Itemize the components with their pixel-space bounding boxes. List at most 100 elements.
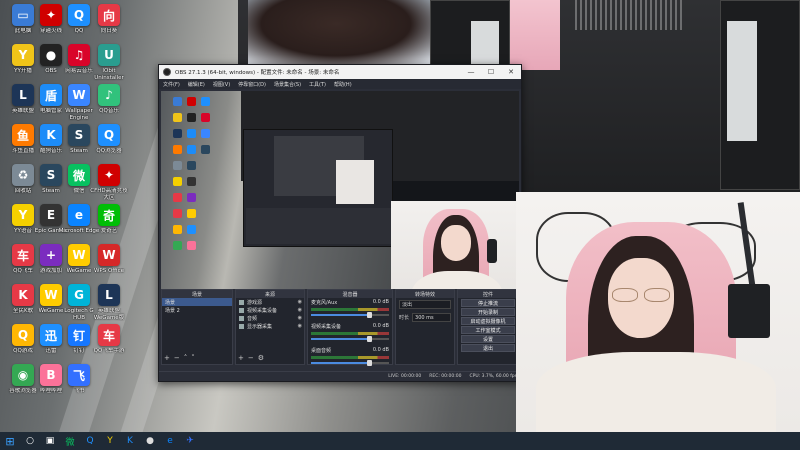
desktop-icon[interactable]: 飞飞书 <box>58 364 100 395</box>
app-icon: ♫ <box>68 44 90 66</box>
preview-icon <box>173 177 182 186</box>
taskbar-qq-icon[interactable]: Q <box>84 435 96 447</box>
monitor-icon <box>239 323 244 329</box>
app-icon: Q <box>68 4 90 26</box>
preview-icon <box>201 97 210 106</box>
source-item[interactable]: 游戏源 ◉ <box>236 298 304 306</box>
slider-handle[interactable] <box>367 312 372 318</box>
virtual-camera-button[interactable]: 启动虚拟摄像机 <box>461 317 515 325</box>
scene-item[interactable]: 场景 <box>162 298 232 306</box>
slider-handle[interactable] <box>367 336 372 342</box>
desktop-icon[interactable]: 奇爱奇艺 <box>88 204 130 235</box>
channel-db: 0.0 dB <box>372 347 389 353</box>
mixer-channel: 麦克风/Aux 0.0 dB <box>308 298 392 322</box>
obs-titlebar[interactable]: OBS 27.1.3 (64-bit, windows) - 配置文件: 未命名… <box>159 65 521 79</box>
eye-icon[interactable]: ◉ <box>298 299 302 305</box>
taskbar-search-icon[interactable]: ○ <box>24 435 36 447</box>
remove-scene-icon[interactable]: − <box>174 354 180 362</box>
obs-logo-icon <box>163 68 171 76</box>
preview-icon <box>173 97 182 106</box>
preview-icon <box>187 193 196 202</box>
maximize-icon[interactable]: ☐ <box>481 68 501 76</box>
desktop-icon-label: IObit Uninstaller <box>94 68 124 81</box>
preview-icon <box>187 177 196 186</box>
desktop-icon[interactable]: ♪ QQ音乐 <box>88 84 130 115</box>
preview-icon <box>201 113 210 122</box>
desktop-icon-label: QQ音乐 <box>99 108 119 114</box>
slider-fill <box>311 362 369 364</box>
desktop-icon[interactable]: L 英雄联盟WeGame版 <box>88 284 130 321</box>
close-icon[interactable]: ✕ <box>501 68 521 76</box>
desktop-icon[interactable]: 向向日葵 <box>88 4 130 35</box>
slider-handle[interactable] <box>367 360 372 366</box>
eye-icon[interactable]: ◉ <box>298 307 302 313</box>
audio-mixer-dock: 混音器 麦克风/Aux 0.0 dB 视频采集设备 0.0 dB 桌面音频 0.0 dB <box>307 289 393 366</box>
desktop-icon-grid: ▭ 此电脑 Y YY开播 L 英雄联盟鱼斗鱼直播 ♻ 回收站 Y YY语音车 QQ飞车 K 全民K歌 Q Q… <box>0 0 130 430</box>
camera-icon <box>239 307 244 313</box>
taskbar-feishu-icon[interactable]: ✈ <box>184 435 196 447</box>
taskbar-task-view-icon[interactable]: ▣ <box>44 435 56 447</box>
rec-status: REC: 00:00:00 <box>429 374 462 379</box>
obs-window[interactable]: OBS 27.1.3 (64-bit, windows) - 配置文件: 未命名… <box>158 64 522 382</box>
settings-button[interactable]: 设置 <box>461 335 515 343</box>
duration-input[interactable]: 300 ms <box>412 313 451 322</box>
studio-mode-button[interactable]: 工作室模式 <box>461 326 515 334</box>
move-down-icon[interactable]: ˅ <box>191 354 195 362</box>
channel-name: 视频采集设备 <box>311 324 342 330</box>
preview-icon <box>187 113 196 122</box>
source-item[interactable]: 视频采集设备 ◉ <box>236 306 304 314</box>
live-status: LIVE: 00:00:00 <box>388 374 422 379</box>
start-recording-button[interactable]: 开始录制 <box>461 308 515 316</box>
preview-icon <box>173 225 182 234</box>
desktop-icon[interactable]: Q QQ浏览器 <box>88 124 130 155</box>
taskbar: ⊞ ○ ▣ 微 Q Y K ● e ✈ <box>0 432 800 450</box>
desktop-icon-label: 英雄联盟WeGame版 <box>93 308 125 321</box>
desktop-icon-label: CFHD高清竞技大区 <box>90 188 128 201</box>
taskbar-yy-icon[interactable]: Y <box>104 435 116 447</box>
stop-streaming-button[interactable]: 停止推流 <box>461 299 515 307</box>
source-settings-icon[interactable]: ⚙ <box>258 354 264 362</box>
eye-icon[interactable]: ◉ <box>298 323 302 329</box>
volume-slider[interactable] <box>311 336 389 342</box>
channel-name: 麦克风/Aux <box>311 300 338 306</box>
minimize-icon[interactable]: — <box>461 68 481 76</box>
transition-select[interactable]: 淡出 <box>399 300 451 309</box>
add-source-icon[interactable]: + <box>238 354 244 362</box>
microphone <box>728 284 770 338</box>
menu-help[interactable]: 帮助(H) <box>334 81 352 88</box>
preview-icon <box>187 129 196 138</box>
preview-icon <box>187 241 196 250</box>
channel-db: 0.0 dB <box>372 299 389 305</box>
add-scene-icon[interactable]: + <box>164 354 170 362</box>
menu-tools[interactable]: 工具(T) <box>309 81 326 88</box>
volume-slider[interactable] <box>311 312 389 318</box>
app-icon: W <box>98 244 120 266</box>
menu-file[interactable]: 文件(F) <box>163 81 180 88</box>
source-item[interactable]: 音频 ◉ <box>236 314 304 322</box>
taskbar-edge-icon[interactable]: e <box>164 435 176 447</box>
app-icon: 奇 <box>98 204 120 226</box>
mixer-channel: 视频采集设备 0.0 dB <box>308 322 392 346</box>
eye-icon[interactable]: ◉ <box>298 315 302 321</box>
scene-item[interactable]: 场景 2 <box>162 306 232 314</box>
taskbar-wechat-icon[interactable]: 微 <box>64 435 76 448</box>
volume-slider[interactable] <box>311 360 389 366</box>
desktop-icon[interactable]: 车 QQ飞车手游 <box>88 324 130 355</box>
menu-docks[interactable]: 停靠窗口(D) <box>238 81 266 88</box>
move-up-icon[interactable]: ˄ <box>184 354 188 362</box>
exit-button[interactable]: 退出 <box>461 344 515 352</box>
taskbar-start-icon[interactable]: ⊞ <box>4 435 16 448</box>
app-icon: 微 <box>68 164 90 186</box>
menu-edit[interactable]: 编辑(E) <box>188 81 205 88</box>
remove-source-icon[interactable]: − <box>248 354 254 362</box>
audio-visualizer <box>575 0 685 30</box>
desktop-icon[interactable]: W WPS Office <box>88 244 130 275</box>
desktop-icon[interactable]: ✦ CFHD高清竞技大区 <box>88 164 130 201</box>
taskbar-obs-icon[interactable]: ● <box>144 435 156 447</box>
desktop-icon[interactable]: U IObit Uninstaller <box>88 44 130 81</box>
taskbar-kugou-icon[interactable]: K <box>124 435 136 447</box>
app-icon: G <box>68 284 90 306</box>
menu-scene-collection[interactable]: 场景集合(S) <box>274 81 301 88</box>
menu-view[interactable]: 视图(V) <box>213 81 230 88</box>
source-item[interactable]: 显示器采集 ◉ <box>236 322 304 330</box>
